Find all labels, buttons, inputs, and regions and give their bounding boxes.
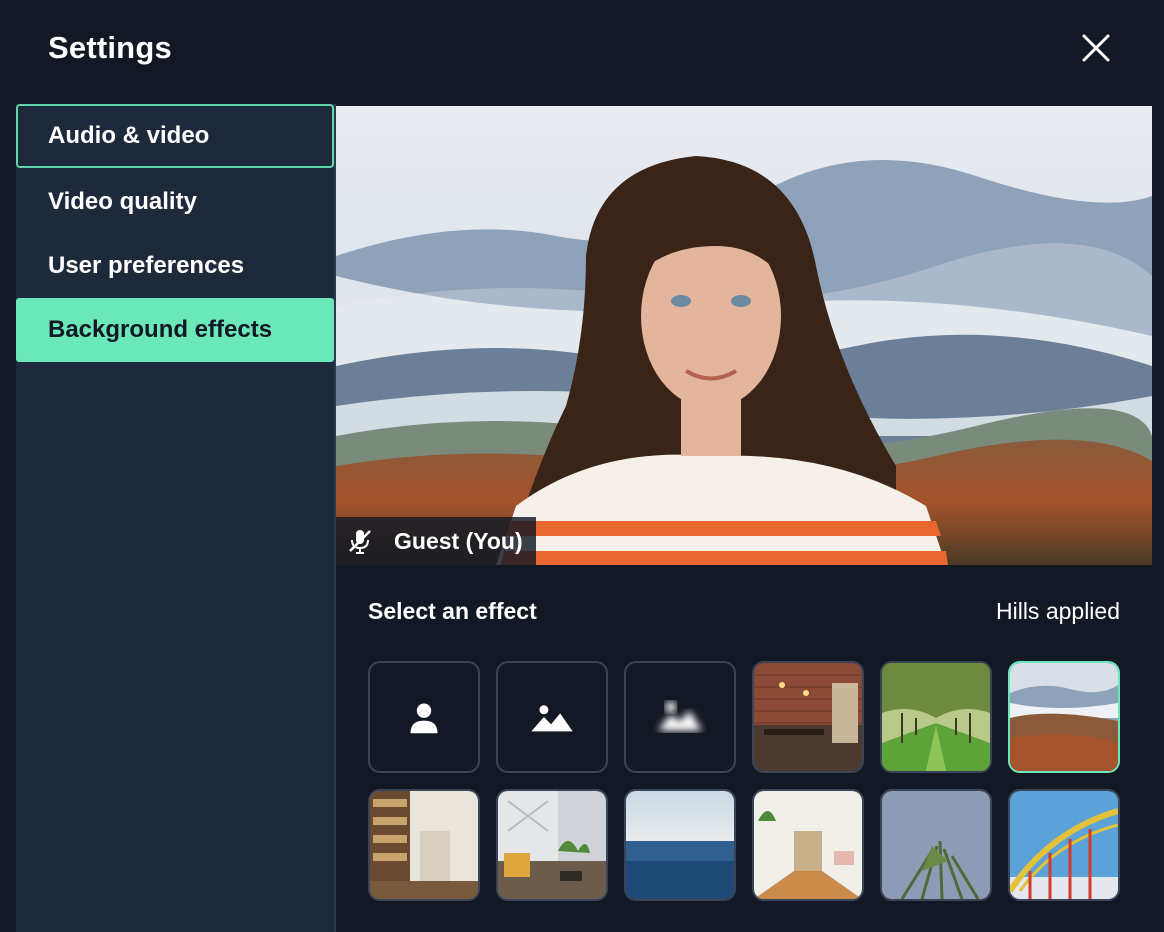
effects-status: Hills applied — [995, 598, 1120, 624]
settings-dialog: Settings Audio & video Video quality Use… — [0, 0, 1164, 932]
video-preview: Guest (You) — [336, 106, 1152, 565]
effect-tile-lounge[interactable] — [496, 789, 608, 901]
effects-header: Select an effect Hills applied — [368, 598, 1120, 630]
mic-muted-icon[interactable] — [346, 527, 374, 555]
hills-background-image — [336, 106, 1152, 565]
lounge-thumbnail — [498, 791, 606, 899]
effect-tile-orchard[interactable] — [880, 661, 992, 773]
effect-tile-ocean[interactable] — [624, 789, 736, 901]
sidebar-item-background-effects[interactable]: Background effects — [16, 298, 334, 362]
orchard-thumbnail — [882, 663, 990, 771]
effect-tile-hills[interactable] — [1008, 661, 1120, 773]
rollercoaster-thumbnail — [1010, 791, 1118, 899]
effect-tile-blur-strong[interactable] — [624, 661, 736, 773]
brick-room-thumbnail — [754, 663, 862, 771]
ocean-thumbnail — [626, 791, 734, 899]
effect-tile-hallway[interactable] — [752, 789, 864, 901]
effect-tile-rollercoaster[interactable] — [1008, 789, 1120, 901]
sidebar-item-user-preferences[interactable]: User preferences — [16, 234, 334, 298]
cloud-blur-icon — [657, 701, 703, 731]
participant-name-tag: Guest (You) — [336, 517, 536, 565]
effect-tile-blur-light[interactable] — [496, 661, 608, 773]
sidebar-item-video-quality[interactable]: Video quality — [16, 170, 334, 234]
effect-tile-brick-room[interactable] — [752, 661, 864, 773]
effect-tile-palm[interactable] — [880, 789, 992, 901]
effect-tile-library[interactable] — [368, 789, 480, 901]
hills-thumbnail — [1010, 663, 1118, 771]
sidebar-item-audio-video[interactable]: Audio & video — [16, 104, 334, 168]
effect-tile-none[interactable] — [368, 661, 480, 773]
library-thumbnail — [370, 791, 478, 899]
hallway-thumbnail — [754, 791, 862, 899]
palm-thumbnail — [882, 791, 990, 899]
participant-name: Guest (You) — [394, 527, 523, 554]
person-icon — [410, 703, 438, 734]
dialog-title: Settings — [48, 30, 172, 65]
close-icon[interactable] — [1078, 30, 1114, 66]
image-soft-icon — [531, 705, 573, 732]
settings-sidebar: Audio & video Video quality User prefere… — [16, 104, 336, 932]
effects-heading: Select an effect — [368, 598, 537, 624]
